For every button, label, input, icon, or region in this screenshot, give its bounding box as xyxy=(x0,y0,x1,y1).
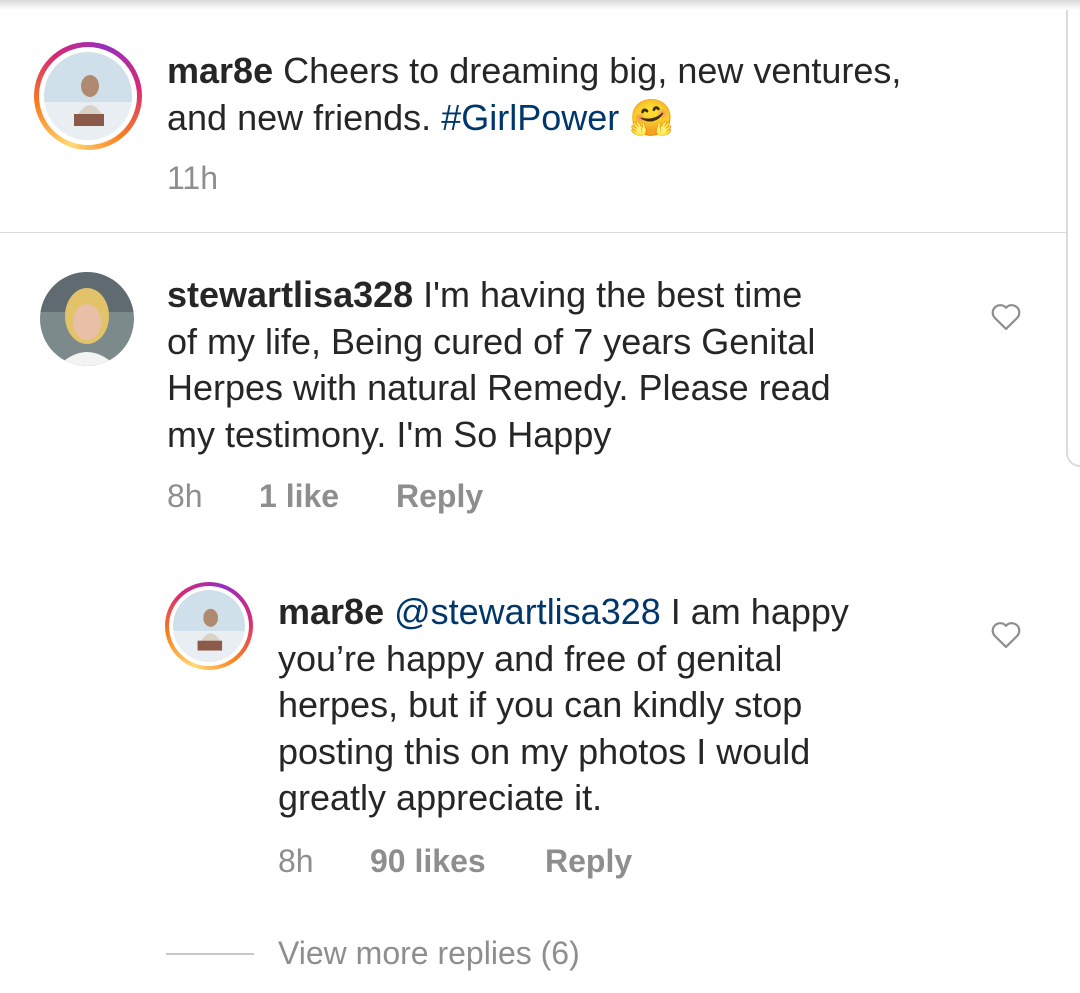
reply-text: mar8e @stewartlisa328 I am happy you’re … xyxy=(278,589,978,822)
caption-text: mar8e Cheers to dreaming big, new ventur… xyxy=(167,48,1047,141)
caption-username[interactable]: mar8e xyxy=(167,50,273,91)
hugging-face-emoji: 🤗 xyxy=(629,96,675,138)
caption-time: 11h xyxy=(167,160,219,196)
reply-reply-button[interactable]: Reply xyxy=(545,843,632,880)
reply-like-heart-icon[interactable] xyxy=(989,619,1023,649)
view-more-replies-button[interactable]: View more replies (6) xyxy=(278,935,580,972)
caption-avatar[interactable] xyxy=(34,42,142,150)
comment-reply-button[interactable]: Reply xyxy=(396,478,483,515)
reply-mention[interactable]: @stewartlisa328 xyxy=(394,591,661,632)
reply-meta: 8h 90 likes Reply xyxy=(278,843,698,883)
reply-likes[interactable]: 90 likes xyxy=(370,843,486,880)
caption-body-line2: and new friends. xyxy=(167,96,432,138)
comment-line-1: I'm having the best time xyxy=(413,274,803,315)
scroll-edge xyxy=(1066,10,1080,467)
comment-line-2: of my life, Being cured of 7 years Genit… xyxy=(167,320,816,362)
comment-text: stewartlisa328 I'm having the best time … xyxy=(167,272,967,458)
reply-line-1: I am happy xyxy=(660,591,849,632)
top-shadow-edge xyxy=(0,0,1080,10)
reply-line-4: posting this on my photos I would xyxy=(278,730,811,772)
comment-avatar[interactable] xyxy=(40,272,134,366)
reply-line-5: greatly appreciate it. xyxy=(278,777,603,818)
avatar-photo xyxy=(173,590,245,662)
caption-body: Cheers to dreaming big, new ventures, xyxy=(283,50,902,91)
view-more-line xyxy=(166,953,254,955)
comment-line-4: my testimony. I'm So Happy xyxy=(167,413,612,455)
comment-username[interactable]: stewartlisa328 xyxy=(167,274,413,315)
comment-likes[interactable]: 1 like xyxy=(259,478,339,515)
avatar-photo xyxy=(44,52,132,140)
comment-meta: 8h 1 like Reply xyxy=(167,478,567,518)
comment-time: 8h xyxy=(167,478,203,514)
comment-line-3: Herpes with natural Remedy. Please read xyxy=(167,367,831,408)
reply-line-3: herpes, but if you can kindly stop xyxy=(278,684,803,725)
reply-line-2: you’re happy and free of genital xyxy=(278,637,783,679)
section-divider xyxy=(0,232,1066,233)
reply-avatar[interactable] xyxy=(165,582,253,670)
caption-hashtag[interactable]: #GirlPower xyxy=(441,97,619,138)
reply-username[interactable]: mar8e xyxy=(278,591,384,632)
reply-time: 8h xyxy=(278,843,314,879)
comment-like-heart-icon[interactable] xyxy=(989,301,1023,331)
